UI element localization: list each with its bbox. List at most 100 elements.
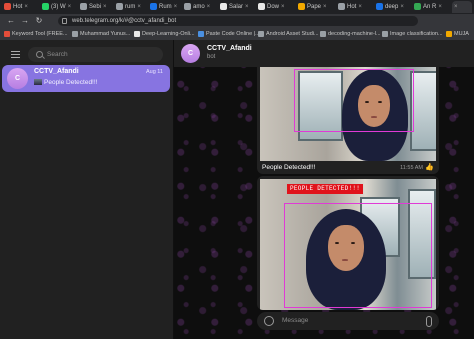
close-icon[interactable]: × bbox=[323, 4, 327, 10]
bookmark-favicon bbox=[4, 30, 10, 37]
tab-favicon bbox=[42, 2, 49, 10]
avatar: C bbox=[7, 68, 28, 89]
bookmark-label: Paste Code Online |... bbox=[206, 31, 260, 37]
bookmark-label: MUJA bbox=[454, 31, 469, 37]
lock-icon bbox=[62, 18, 67, 24]
close-icon[interactable]: × bbox=[400, 4, 404, 10]
detection-box bbox=[294, 69, 414, 132]
tab-favicon bbox=[338, 2, 345, 10]
menu-icon[interactable] bbox=[11, 51, 20, 58]
browser-tab[interactable]: Sebi × bbox=[80, 1, 112, 13]
chat-date: Aug 11 bbox=[145, 69, 163, 75]
cctv-photo[interactable]: PEOPLE DETECTED!!! bbox=[260, 179, 436, 310]
browser-tab[interactable]: amo × bbox=[184, 1, 216, 13]
tab-label: deep bbox=[385, 4, 399, 10]
message-caption: People Detected!!! bbox=[262, 164, 316, 171]
close-icon[interactable]: × bbox=[281, 4, 285, 10]
bookmark[interactable]: Android Asset Studi... bbox=[258, 29, 319, 39]
search-icon bbox=[36, 51, 43, 58]
tab-label: Hot bbox=[13, 4, 23, 10]
tab-label: Pape bbox=[307, 4, 322, 10]
browser-tab-strip: Hot × (3) W × Sebi × rum × Rum × amo × Salar × … bbox=[0, 0, 474, 14]
search-input[interactable]: Search bbox=[28, 47, 163, 62]
browser-tab[interactable]: Dow × bbox=[258, 1, 294, 13]
bookmark[interactable]: Keyword Tool (FREE... bbox=[4, 29, 68, 39]
bookmark-favicon bbox=[134, 30, 140, 37]
close-icon[interactable]: × bbox=[68, 4, 72, 10]
cctv-photo[interactable] bbox=[260, 67, 436, 161]
tab-label: Sebi bbox=[89, 4, 102, 10]
browser-tab[interactable]: (3) W × bbox=[42, 1, 76, 13]
reload-icon[interactable]: ↻ bbox=[34, 16, 44, 26]
tab-favicon bbox=[184, 2, 191, 10]
tab-favicon bbox=[150, 2, 157, 10]
close-icon[interactable]: × bbox=[174, 4, 178, 10]
browser-tab[interactable]: Hot × bbox=[4, 1, 38, 13]
browser-tab[interactable]: Rum × bbox=[150, 1, 180, 13]
bookmark[interactable]: Paste Code Online |... bbox=[198, 29, 260, 39]
chat-header[interactable]: C CCTV_Afandi bot bbox=[174, 40, 474, 67]
bookmark-favicon bbox=[382, 30, 388, 37]
bookmark[interactable]: MUJA bbox=[446, 29, 469, 39]
close-icon[interactable]: × bbox=[207, 4, 211, 10]
emoji-icon[interactable] bbox=[264, 316, 274, 326]
chat-list-sidebar: Search C CCTV_Afandi Aug 11 People Detec… bbox=[0, 40, 174, 339]
bookmark-label: Keyword Tool (FREE... bbox=[12, 31, 68, 37]
tab-label: Salar bbox=[229, 4, 244, 10]
tab-favicon bbox=[376, 2, 383, 10]
tab-favicon bbox=[258, 2, 265, 10]
bookmark-favicon bbox=[72, 30, 78, 37]
search-placeholder: Search bbox=[47, 51, 68, 58]
chat-title: CCTV_Afandi bbox=[207, 45, 252, 52]
close-icon[interactable]: × bbox=[438, 4, 442, 10]
browser-tab[interactable]: An R × bbox=[414, 1, 448, 13]
url-text: web.telegram.org/k/#@cctv_afandi_bot bbox=[72, 18, 177, 24]
bookmark-favicon bbox=[258, 30, 264, 37]
close-icon[interactable]: × bbox=[137, 4, 141, 10]
tab-label: amo bbox=[193, 4, 205, 10]
tab-label: An R bbox=[423, 4, 437, 10]
chat-area: C CCTV_Afandi bot People Detected!!! 11:… bbox=[174, 40, 474, 339]
tab-favicon bbox=[220, 2, 227, 10]
close-icon[interactable]: × bbox=[358, 4, 362, 10]
back-icon[interactable]: ← bbox=[6, 16, 16, 26]
attach-icon[interactable] bbox=[426, 316, 432, 327]
avatar: C bbox=[181, 44, 200, 63]
chat-subtitle: bot bbox=[207, 54, 216, 60]
browser-tab[interactable]: deep × bbox=[376, 1, 410, 13]
people-detected-label: PEOPLE DETECTED!!! bbox=[287, 184, 364, 194]
bookmark[interactable]: Image classification... bbox=[382, 29, 443, 39]
address-bar-row: ← → ↻ web.telegram.org/k/#@cctv_afandi_b… bbox=[0, 14, 474, 28]
chat-preview: People Detected!!! bbox=[34, 79, 97, 86]
bookmark-label: decoding-machine-l... bbox=[328, 31, 381, 37]
browser-tab[interactable]: rum × bbox=[116, 1, 146, 13]
chat-list-item[interactable]: C CCTV_Afandi Aug 11 People Detected!!! bbox=[2, 65, 170, 92]
thumbs-up-reaction[interactable]: 👍 bbox=[425, 163, 434, 171]
message-input[interactable]: Message bbox=[282, 312, 308, 330]
forward-icon[interactable]: → bbox=[20, 16, 30, 26]
close-icon[interactable]: × bbox=[245, 4, 249, 10]
browser-tab-active[interactable]: × bbox=[452, 1, 472, 13]
message-composer[interactable]: Message bbox=[257, 312, 439, 330]
tab-label: rum bbox=[125, 4, 136, 10]
bookmark-favicon bbox=[446, 30, 452, 37]
browser-tab[interactable]: Salar × bbox=[220, 1, 254, 13]
bookmark[interactable]: Muhammad Yunus... bbox=[72, 29, 130, 39]
tab-label: Rum bbox=[159, 4, 172, 10]
browser-tab[interactable]: Pape × bbox=[298, 1, 334, 13]
bookmark[interactable]: Deep-Learning-Onli... bbox=[134, 29, 195, 39]
close-icon[interactable]: × bbox=[454, 4, 458, 10]
close-icon[interactable]: × bbox=[24, 4, 28, 10]
browser-tab[interactable]: Hot × bbox=[338, 1, 372, 13]
tab-favicon bbox=[4, 2, 11, 10]
photo-message[interactable]: PEOPLE DETECTED!!! bbox=[257, 176, 439, 310]
photo-message[interactable]: People Detected!!! 11:55 AM 👍 bbox=[257, 67, 439, 174]
bookmark[interactable]: decoding-machine-l... bbox=[320, 29, 381, 39]
tab-favicon bbox=[116, 2, 123, 10]
bookmark-label: Android Asset Studi... bbox=[266, 31, 319, 37]
tab-favicon bbox=[414, 2, 421, 10]
photo-thumbnail-icon bbox=[34, 79, 42, 86]
url-input[interactable]: web.telegram.org/k/#@cctv_afandi_bot bbox=[58, 16, 418, 26]
close-icon[interactable]: × bbox=[103, 4, 107, 10]
message-time: 11:55 AM bbox=[400, 165, 423, 171]
